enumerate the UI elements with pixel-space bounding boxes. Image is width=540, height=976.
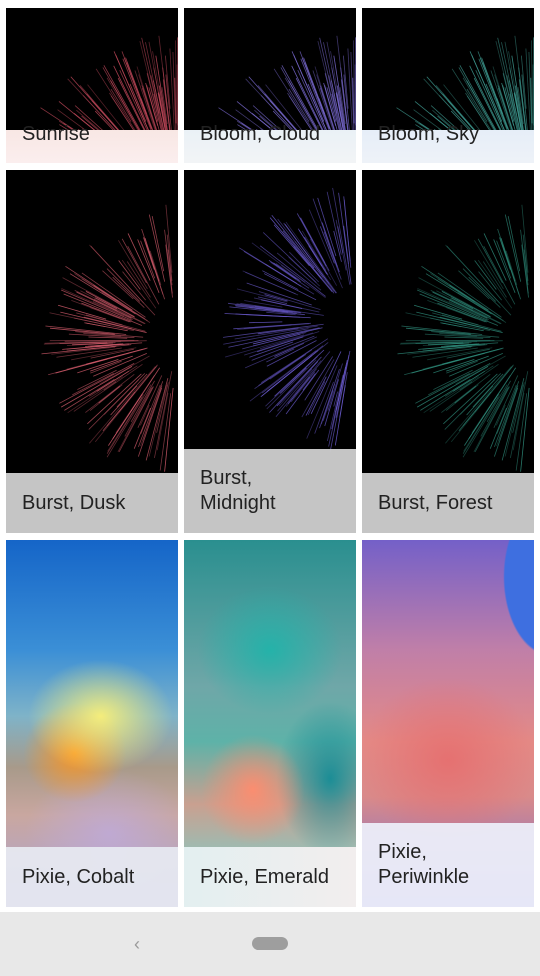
- burst-ray: [49, 327, 115, 335]
- wallpaper-label: Pixie, Periwinkle: [362, 823, 534, 907]
- burst-ray: [106, 384, 152, 458]
- burst-ray: [154, 371, 173, 459]
- burst-ray: [223, 328, 309, 345]
- burst-ray: [450, 365, 514, 443]
- wallpaper-tile-pixie-cobalt[interactable]: Pixie, Cobalt: [6, 540, 178, 907]
- burst-ray: [110, 88, 132, 122]
- wallpaper-tile-burst-dusk[interactable]: Burst, Dusk: [6, 170, 178, 533]
- burst-ray: [65, 266, 133, 311]
- burst-ray: [417, 288, 481, 317]
- burst-ray: [288, 88, 310, 122]
- wallpaper-label: Bloom, Cloud: [184, 123, 356, 163]
- wallpaper-label: Burst, Dusk: [6, 473, 178, 533]
- burst-ray: [235, 313, 311, 319]
- burst-ray: [430, 290, 474, 312]
- wallpaper-label: Pixie, Cobalt: [6, 847, 178, 907]
- burst-ray: [269, 217, 322, 280]
- wallpaper-tile-bloom-sky[interactable]: Bloom, Sky: [362, 8, 534, 163]
- burst-ray: [501, 243, 520, 295]
- burst-ray: [60, 366, 133, 408]
- burst-ray: [282, 230, 335, 294]
- burst-ray: [308, 209, 343, 289]
- burst-ray: [145, 243, 164, 295]
- burst-ray: [249, 321, 283, 324]
- burst-ray: [411, 358, 464, 374]
- wallpaper-label: Burst, Midnight: [184, 449, 356, 533]
- burst-ray: [307, 381, 326, 416]
- wallpaper-tile-pixie-emerald[interactable]: Pixie, Emerald: [184, 540, 356, 907]
- burst-ray: [117, 386, 154, 453]
- burst-ray: [462, 384, 508, 458]
- burst-ray: [225, 334, 305, 358]
- burst-ray: [243, 324, 292, 329]
- wallpaper-label: Burst, Forest: [362, 473, 534, 533]
- burst-ray: [257, 327, 299, 335]
- burst-ray: [263, 273, 317, 301]
- home-pill-icon[interactable]: [252, 937, 288, 950]
- burst-ray: [94, 365, 158, 443]
- burst-ray: [333, 230, 342, 262]
- burst-ray: [266, 348, 295, 363]
- burst-ray: [343, 225, 350, 264]
- wallpaper-tile-burst-forest[interactable]: Burst, Forest: [362, 170, 534, 533]
- wallpaper-tile-pixie-periwinkle[interactable]: Pixie, Periwinkle: [362, 540, 534, 907]
- burst-ray: [243, 250, 302, 287]
- burst-ray: [61, 288, 125, 317]
- burst-ray: [294, 240, 335, 292]
- burst-ray: [55, 358, 108, 374]
- burst-ray: [466, 88, 488, 122]
- burst-ray: [85, 373, 135, 413]
- burst-ray: [258, 291, 321, 310]
- wallpaper-tile-bloom-cloud[interactable]: Bloom, Cloud: [184, 8, 356, 163]
- burst-ray: [473, 386, 510, 453]
- wallpaper-label: Bloom, Sky: [362, 123, 534, 163]
- wallpaper-label: Sunrise: [6, 123, 178, 163]
- wallpaper-tile-sunrise[interactable]: Sunrise: [6, 8, 178, 163]
- burst-ray: [416, 366, 489, 408]
- back-chevron-icon[interactable]: ‹: [128, 934, 146, 954]
- burst-ray: [510, 371, 529, 459]
- burst-ray: [301, 359, 335, 418]
- burst-ray: [452, 370, 485, 392]
- burst-ray: [405, 327, 471, 335]
- burst-ray: [441, 373, 491, 413]
- burst-ray: [74, 290, 118, 312]
- wallpaper-label: Pixie, Emerald: [184, 847, 356, 907]
- burst-ray: [505, 250, 518, 286]
- burst-ray: [149, 250, 162, 286]
- burst-ray: [421, 266, 489, 311]
- wallpaper-tile-burst-midnight[interactable]: Burst, Midnight: [184, 170, 356, 533]
- burst-ray: [96, 370, 129, 392]
